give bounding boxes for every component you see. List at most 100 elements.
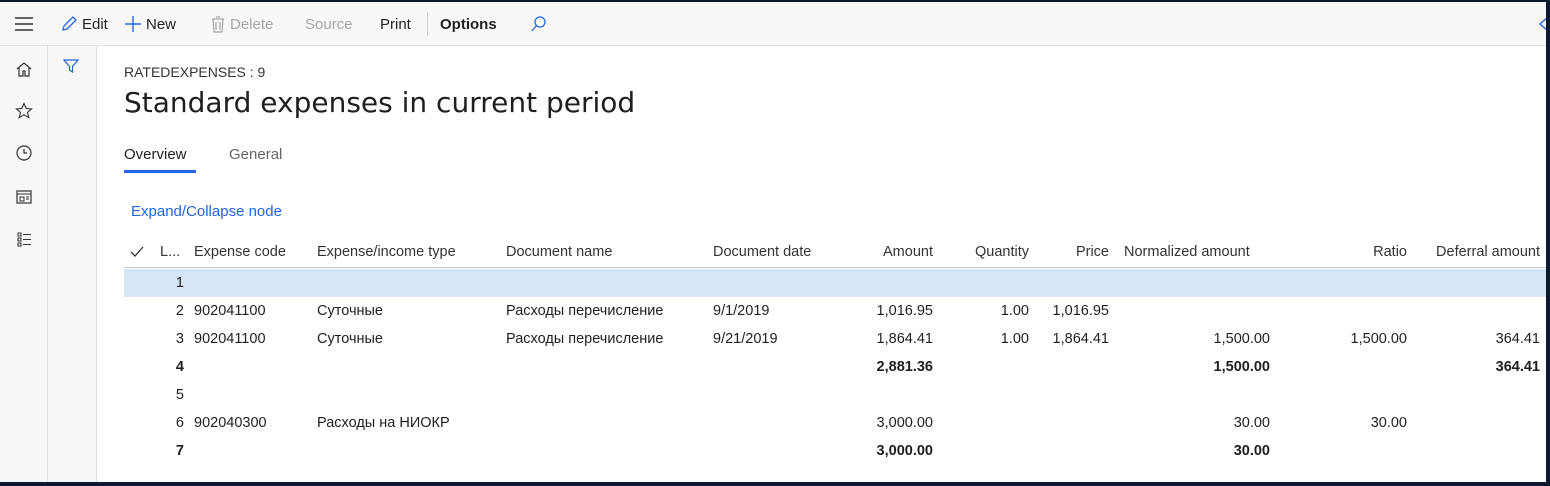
cell-line: 6 (175, 415, 184, 431)
cell-document-name (506, 353, 701, 381)
print-label: Print (380, 15, 411, 33)
cell-deferral-amount (1414, 409, 1540, 437)
cell-document-date (713, 381, 833, 409)
cell-document-name: Расходы перечисление (506, 303, 664, 319)
table-row[interactable]: 1 (124, 269, 1546, 297)
cell-deferral-amount (1414, 297, 1540, 325)
cell-document-name (506, 437, 701, 465)
clock-icon[interactable] (0, 138, 48, 168)
cell-document-name (506, 409, 701, 437)
cell-quantity (944, 409, 1029, 437)
home-icon[interactable] (0, 54, 48, 84)
cell-expense-code (194, 269, 304, 297)
cell-expense-code (194, 437, 304, 465)
column-header-deferral-amount[interactable]: Deferral amount (1414, 236, 1540, 267)
expand-collapse-link[interactable]: Expand/Collapse node (131, 203, 282, 220)
column-header-expense-type[interactable]: Expense/income type (317, 236, 497, 267)
cell-price (1034, 381, 1109, 409)
cell-normalized-amount (1124, 269, 1270, 297)
edit-button[interactable]: Edit (60, 2, 108, 46)
cell-ratio (1304, 269, 1407, 297)
cell-expense-code (194, 353, 304, 381)
modules-icon[interactable] (0, 224, 48, 254)
cell-line: 5 (175, 387, 184, 403)
cell-ratio (1304, 297, 1407, 325)
cell-document-date (713, 269, 833, 297)
cell-expense-type (317, 381, 497, 409)
hamburger-menu-icon[interactable] (0, 2, 48, 46)
workspaces-icon[interactable] (0, 182, 48, 212)
action-pane: Edit New Delete Source Print Options (0, 2, 1546, 46)
print-button[interactable]: Print (380, 2, 411, 46)
cell-normalized-amount (1124, 381, 1270, 409)
select-all-checkmark-icon[interactable] (130, 236, 148, 267)
tab-general[interactable]: General (229, 146, 282, 172)
delete-button[interactable]: Delete (210, 2, 273, 46)
cell-amount: 1,016.95 (876, 303, 933, 319)
main-content: RATEDEXPENSES : 9 Standard expenses in c… (98, 46, 1546, 482)
table-row[interactable]: 2 902041100 Суточные Расходы перечисление 9/… (124, 297, 1546, 325)
navigation-bar (0, 46, 48, 482)
filter-pane (48, 46, 97, 482)
cell-normalized-amount: 30.00 (1233, 443, 1270, 459)
cell-normalized-amount: 1,500.00 (1213, 359, 1270, 375)
cell-price (1034, 409, 1109, 437)
column-header-amount[interactable]: Amount (844, 236, 933, 267)
cell-deferral-amount (1414, 381, 1540, 409)
active-tab-indicator (124, 170, 196, 173)
column-header-document-date[interactable]: Document date (713, 236, 833, 267)
cell-normalized-amount: 1,500.00 (1213, 331, 1270, 347)
cell-normalized-amount (1124, 297, 1270, 325)
filter-icon[interactable] (62, 58, 80, 79)
cell-amount: 1,864.41 (876, 331, 933, 347)
options-button[interactable]: Options (440, 2, 497, 46)
cell-price (1034, 269, 1109, 297)
plus-icon (124, 15, 142, 33)
delete-label: Delete (230, 15, 274, 33)
office-icon[interactable] (1536, 2, 1546, 46)
cell-quantity: 1.00 (1000, 331, 1029, 347)
cell-deferral-amount (1414, 437, 1540, 465)
search-icon[interactable] (530, 2, 548, 46)
cell-amount (844, 381, 933, 409)
column-header-document-name[interactable]: Document name (506, 236, 696, 267)
cell-quantity (944, 437, 1029, 465)
cell-ratio: 30.00 (1370, 415, 1407, 431)
star-icon[interactable] (0, 96, 48, 126)
column-header-quantity[interactable]: Quantity (944, 236, 1029, 267)
cell-document-date: 9/1/2019 (713, 303, 770, 319)
table-row[interactable]: 4 2,881.36 1,500.00 364.41 (124, 353, 1546, 381)
cell-document-date (713, 409, 833, 437)
cell-expense-type: Расходы на НИОКР (317, 415, 450, 431)
column-header-price[interactable]: Price (1034, 236, 1109, 267)
source-label: Source (305, 15, 353, 33)
cell-amount (844, 269, 933, 297)
table-row[interactable]: 6 902040300 Расходы на НИОКР 3,000.00 30.00 3… (124, 409, 1546, 437)
table-row[interactable]: 3 902041100 Суточные Расходы перечисление 9/… (124, 325, 1546, 353)
column-header-ratio[interactable]: Ratio (1304, 236, 1407, 267)
table-row[interactable]: 7 3,000.00 30.00 (124, 437, 1546, 465)
table-row[interactable]: 5 (124, 381, 1546, 409)
cell-amount: 3,000.00 (876, 415, 933, 431)
cell-line: 3 (175, 331, 184, 347)
tab-overview[interactable]: Overview (124, 146, 187, 172)
toolbar-divider (427, 12, 428, 36)
cell-expense-code: 902040300 (194, 415, 267, 431)
column-header-expense-code[interactable]: Expense code (194, 236, 304, 267)
cell-ratio (1304, 437, 1407, 465)
cell-document-date: 9/21/2019 (713, 331, 778, 347)
page-title: Standard expenses in current period (124, 86, 636, 119)
cell-deferral-amount: 364.41 (1495, 359, 1540, 375)
cell-quantity (944, 381, 1029, 409)
cell-line: 1 (175, 275, 184, 291)
new-label: New (146, 15, 177, 33)
cell-line: 7 (175, 443, 184, 459)
column-header-normalized-amount[interactable]: Normalized amount (1124, 236, 1284, 267)
cell-price: 1,016.95 (1052, 303, 1109, 319)
cell-ratio (1304, 353, 1407, 381)
new-button[interactable]: New (124, 2, 176, 46)
cell-amount: 3,000.00 (876, 443, 933, 459)
cell-price: 1,864.41 (1052, 331, 1109, 347)
source-button[interactable]: Source (305, 2, 353, 46)
column-header-line[interactable]: L... (160, 236, 190, 267)
